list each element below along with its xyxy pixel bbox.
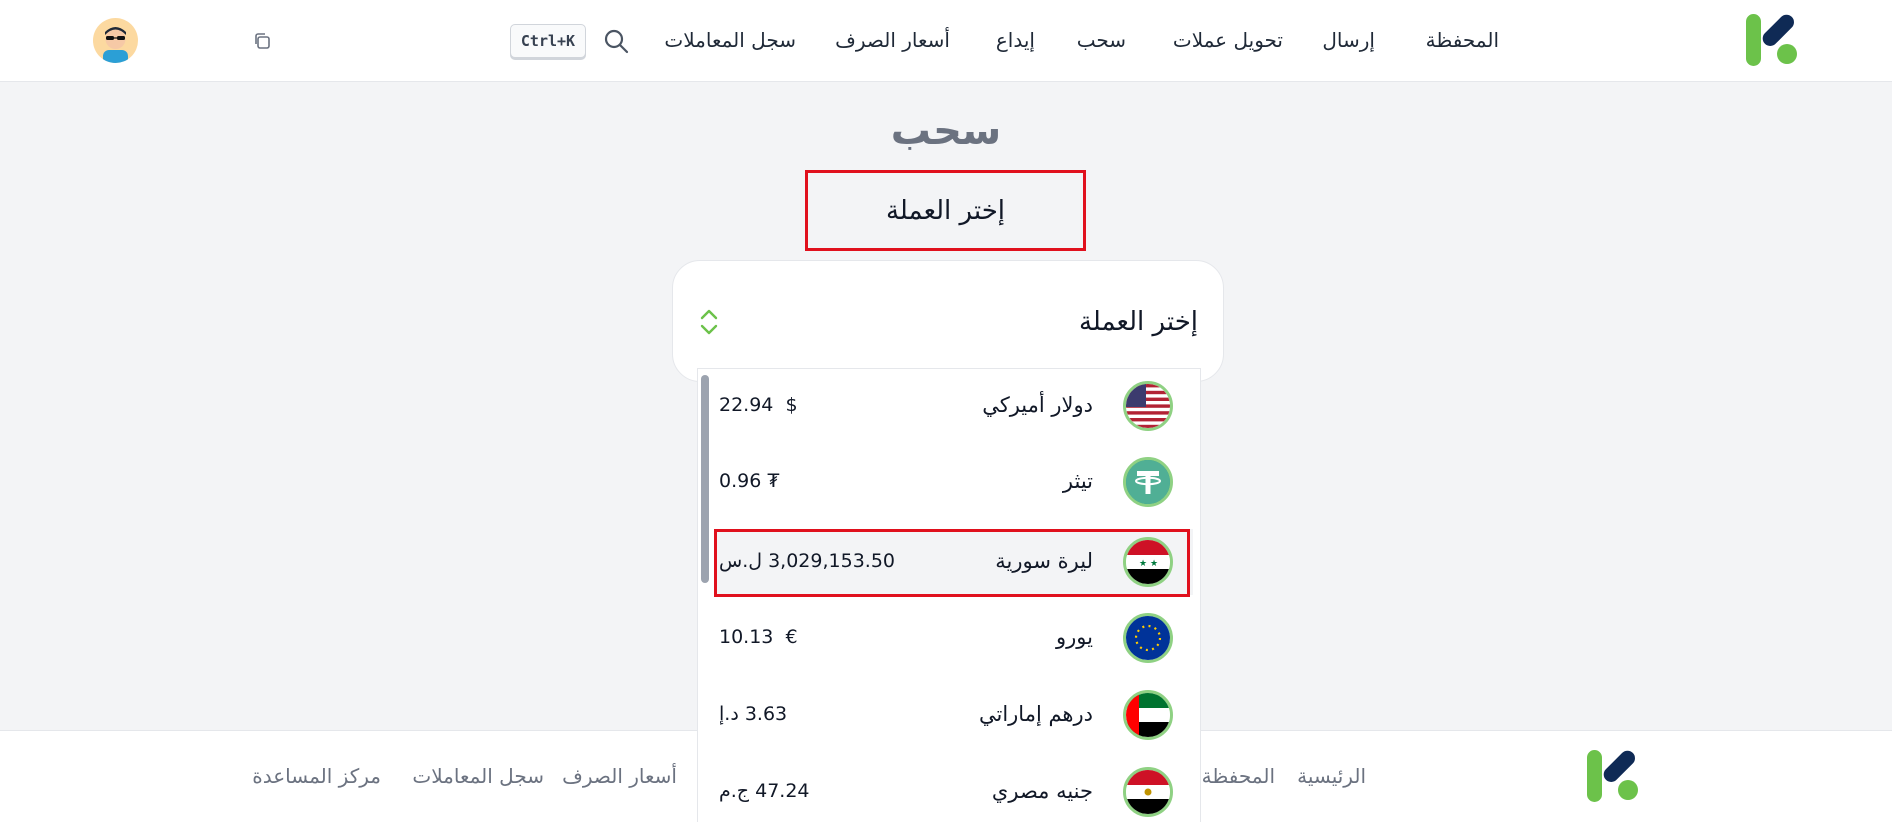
footer-link-help-center[interactable]: مركز المساعدة	[252, 764, 381, 788]
logo-icon[interactable]	[1745, 12, 1801, 68]
option-name: دولار أميركي	[982, 393, 1093, 417]
tether-icon	[1123, 457, 1173, 507]
dropdown-scrollbar[interactable]	[701, 375, 709, 583]
svg-text:★: ★	[1150, 559, 1158, 569]
nav-transactions[interactable]: سجل المعاملات	[664, 28, 796, 52]
us-flag-icon	[1123, 381, 1173, 431]
syria-flag-icon: ★ ★	[1123, 537, 1173, 587]
currency-select[interactable]: إختر العملة	[672, 260, 1224, 382]
option-egp[interactable]: جنيه مصري 47.24 ج.م	[716, 759, 1193, 822]
option-syp[interactable]: ★ ★ ليرة سورية 3,029,153.50 ل.س	[716, 529, 1193, 595]
shortcut-key[interactable]: Ctrl+K	[510, 24, 586, 58]
egypt-flag-icon	[1123, 767, 1173, 817]
nav-wallet[interactable]: المحفظة	[1426, 28, 1499, 52]
currency-select-label: إختر العملة	[1078, 307, 1198, 337]
option-usdt[interactable]: تيثر ₮ 0.96	[716, 449, 1193, 515]
uae-flag-icon	[1123, 690, 1173, 740]
search-icon[interactable]	[603, 28, 629, 54]
option-eur[interactable]: يورو € 10.13	[716, 605, 1193, 671]
nav-convert[interactable]: تحويل عملات	[1173, 28, 1283, 52]
highlighted-label: إختر العملة	[805, 170, 1086, 251]
option-name: درهم إماراتي	[978, 702, 1093, 726]
currency-dropdown[interactable]: دولار أميركي $ 22.94 تيثر ₮ 0.96 ★ ★ لير…	[697, 368, 1201, 822]
option-amount: ₮ 0.96	[719, 470, 780, 492]
footer-link-exchange-rates[interactable]: أسعار الصرف	[562, 764, 677, 788]
option-amount: 3,029,153.50 ل.س	[719, 550, 896, 572]
chevron-updown-icon	[700, 309, 718, 335]
option-name: جنيه مصري	[991, 779, 1093, 803]
nav-withdraw[interactable]: سحب	[1077, 28, 1126, 52]
option-amount: 3.63 د.إ	[719, 703, 788, 725]
option-name: تيثر	[1062, 469, 1093, 493]
avatar[interactable]	[93, 18, 138, 63]
nav-exchange-rates[interactable]: أسعار الصرف	[835, 28, 950, 52]
svg-text:★: ★	[1139, 559, 1147, 569]
option-amount: $ 22.94	[719, 394, 798, 416]
top-header: المحفظة إرسال تحويل عملات سحب إيداع أسعا…	[0, 0, 1892, 82]
option-usd[interactable]: دولار أميركي $ 22.94	[716, 373, 1193, 439]
eu-flag-icon	[1123, 613, 1173, 663]
option-amount: € 10.13	[719, 626, 798, 648]
option-name: ليرة سورية	[995, 549, 1093, 573]
option-aed[interactable]: درهم إماراتي 3.63 د.إ	[716, 682, 1193, 748]
footer-link-home[interactable]: الرئيسية	[1297, 764, 1366, 788]
footer-link-transactions[interactable]: سجل المعاملات	[412, 764, 544, 788]
footer-logo-icon[interactable]	[1586, 748, 1642, 804]
option-amount: 47.24 ج.م	[719, 780, 810, 802]
footer-link-wallet[interactable]: المحفظة	[1202, 764, 1275, 788]
nav-deposit[interactable]: إيداع	[996, 28, 1035, 52]
copy-icon[interactable]	[253, 32, 271, 50]
page-title: سحب	[890, 108, 1002, 154]
nav-send[interactable]: إرسال	[1322, 28, 1375, 52]
option-name: يورو	[1056, 625, 1093, 649]
